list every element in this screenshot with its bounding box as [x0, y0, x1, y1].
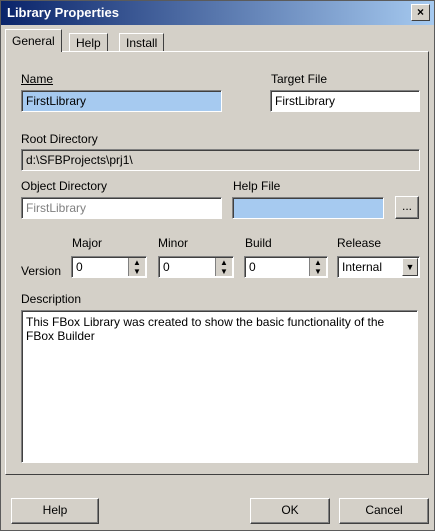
build-stepper[interactable]: 0 ▲ ▼ — [244, 256, 328, 278]
description-label: Description — [21, 292, 82, 306]
minor-value: 0 — [163, 260, 170, 274]
root-directory-field: d:\SFBProjects\prj1\ — [21, 149, 420, 171]
version-label: Version — [21, 264, 62, 278]
library-properties-dialog: Library Properties × General Help Instal… — [0, 0, 435, 531]
name-value: FirstLibrary — [26, 94, 87, 108]
cancel-button[interactable]: Cancel — [339, 498, 429, 524]
major-spin-icon[interactable]: ▲ ▼ — [128, 258, 145, 276]
description-textarea[interactable] — [21, 310, 418, 463]
release-select[interactable]: Internal ▼ — [337, 256, 420, 278]
build-spin-icon[interactable]: ▲ ▼ — [309, 258, 326, 276]
minor-label: Minor — [158, 236, 189, 250]
major-value: 0 — [76, 260, 83, 274]
minor-spin-icon[interactable]: ▲ ▼ — [215, 258, 232, 276]
major-stepper[interactable]: 0 ▲ ▼ — [71, 256, 147, 278]
build-label: Build — [245, 236, 272, 250]
tab-general[interactable]: General — [5, 29, 62, 52]
browse-help-file-button[interactable]: ... — [395, 196, 419, 219]
target-file-value: FirstLibrary — [275, 94, 336, 108]
root-directory-value: d:\SFBProjects\prj1\ — [26, 153, 133, 167]
target-file-label: Target File — [271, 72, 328, 86]
object-directory-field[interactable]: FirstLibrary — [21, 197, 222, 219]
build-value: 0 — [249, 260, 256, 274]
tab-help[interactable]: Help — [69, 33, 108, 52]
ok-button[interactable]: OK — [250, 498, 330, 524]
major-label: Major — [72, 236, 103, 250]
release-label: Release — [337, 236, 382, 250]
root-directory-label: Root Directory — [21, 132, 98, 146]
title-bar[interactable]: Library Properties × — [1, 1, 434, 25]
object-directory-value: FirstLibrary — [26, 201, 87, 215]
minor-stepper[interactable]: 0 ▲ ▼ — [158, 256, 234, 278]
help-button[interactable]: Help — [11, 498, 99, 524]
name-field[interactable]: FirstLibrary — [21, 90, 222, 112]
window-title: Library Properties — [7, 5, 119, 20]
object-directory-label: Object Directory — [21, 179, 108, 193]
tab-install[interactable]: Install — [119, 33, 165, 52]
name-label: Name — [21, 72, 54, 86]
target-file-field[interactable]: FirstLibrary — [270, 90, 420, 112]
help-file-field[interactable] — [232, 197, 384, 219]
release-value: Internal — [342, 260, 383, 274]
help-file-label: Help File — [233, 179, 281, 193]
close-icon[interactable]: × — [411, 4, 430, 21]
chevron-down-icon[interactable]: ▼ — [402, 258, 418, 276]
